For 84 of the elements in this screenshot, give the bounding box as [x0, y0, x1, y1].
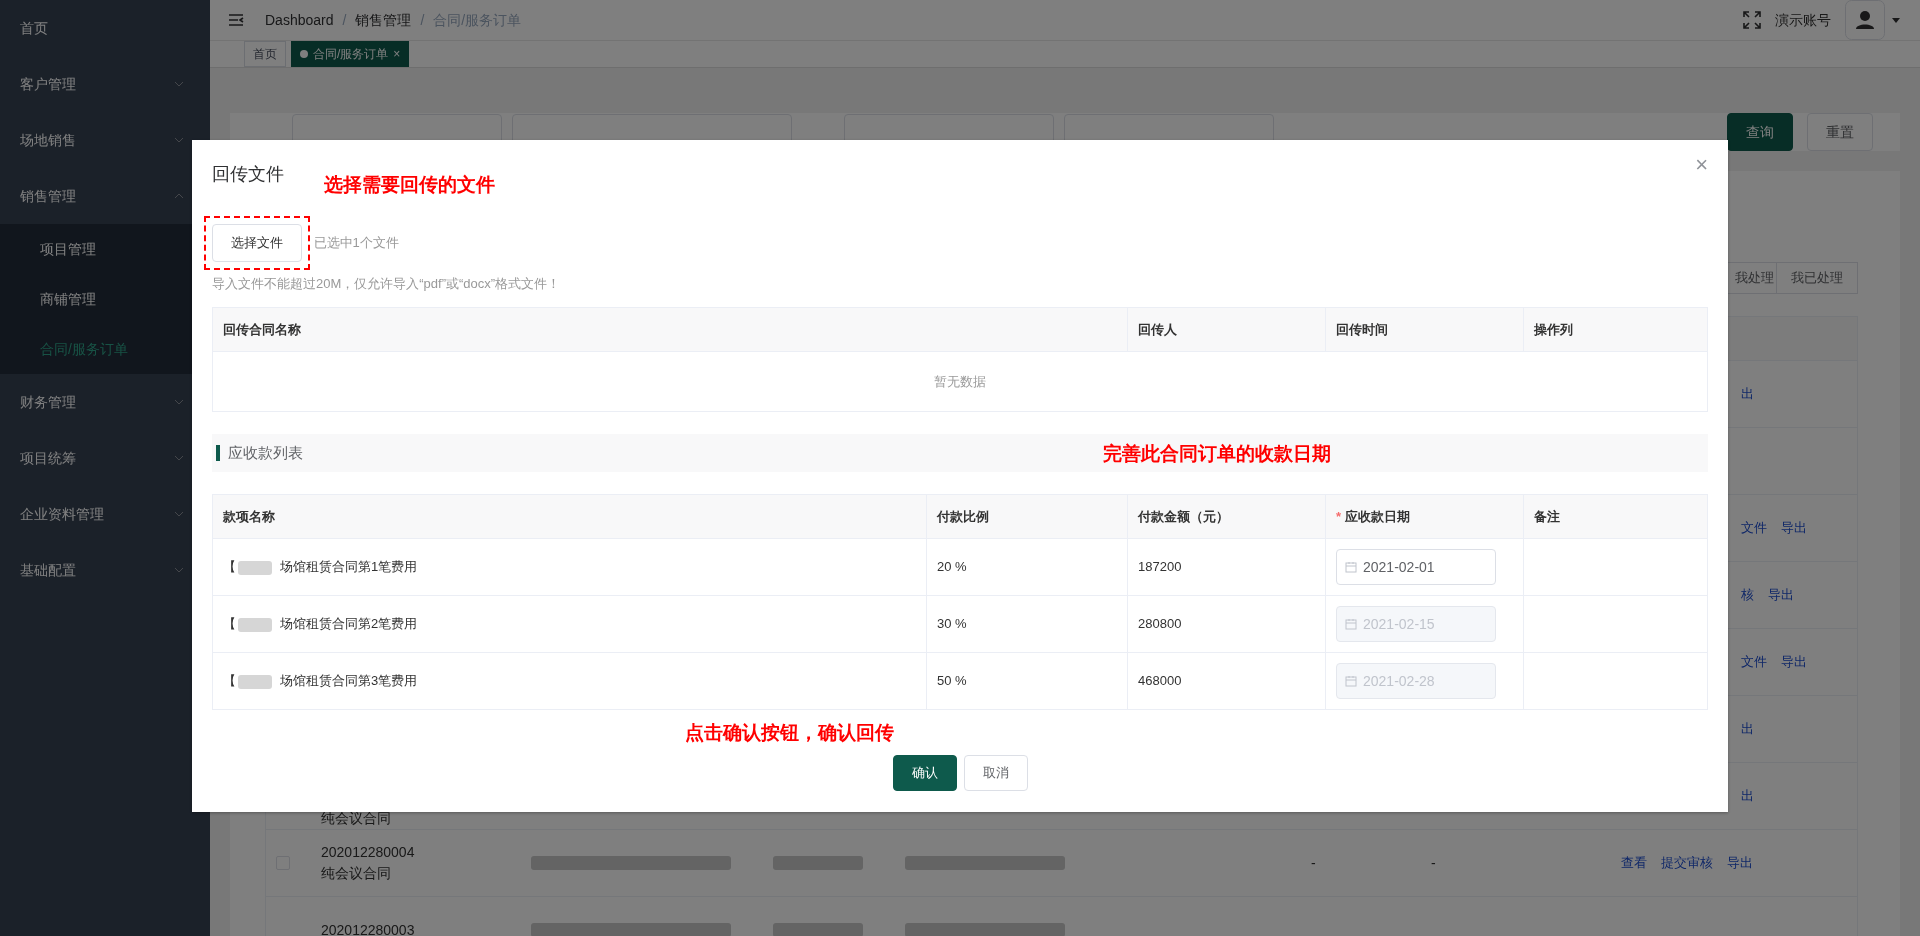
action-link[interactable]: 导出: [1768, 585, 1794, 605]
accent-bar: [216, 445, 220, 461]
action-link[interactable]: 查看: [1621, 853, 1647, 873]
search-button[interactable]: 查询: [1727, 113, 1793, 151]
sidebar-item[interactable]: 财务管理: [0, 374, 210, 430]
contract-type: 纯会议合同: [321, 864, 392, 883]
annotation: 选择需要回传的文件: [324, 171, 495, 197]
date-field[interactable]: 2021-02-01: [1336, 549, 1496, 585]
table-cell: 50 %: [926, 652, 1128, 710]
payment-name: 场馆租赁合同第1笔费用: [280, 559, 418, 575]
contract-type: 纯会议合同: [321, 808, 392, 828]
required-mark: *: [1336, 508, 1342, 524]
bracket-text: 【: [223, 673, 236, 689]
account-name[interactable]: 演示账号: [1775, 9, 1831, 31]
table-cell-text: -: [1310, 853, 1317, 873]
table-cell: 187200: [1127, 538, 1326, 596]
empty-text: 暂无数据: [212, 351, 1708, 412]
annotation: 点击确认按钮，确认回传: [685, 721, 894, 743]
action-link[interactable]: 导出: [1727, 853, 1753, 873]
action-link[interactable]: 文件: [1741, 518, 1767, 538]
payment-name: 场馆租赁合同第2笔费用: [280, 616, 418, 632]
avatar-icon[interactable]: [1845, 0, 1885, 40]
breadcrumb-item[interactable]: 销售管理: [355, 9, 412, 31]
choose-file-button[interactable]: 选择文件: [212, 224, 302, 262]
column-header: 回传时间: [1325, 307, 1524, 352]
action-link[interactable]: 文件: [1741, 652, 1767, 672]
table-cell: 468000: [1127, 652, 1326, 710]
breadcrumb-separator: /: [342, 10, 347, 30]
hint-text: 导入文件不能超过20M，仅允许导入“pdf”或“docx”格式文件！: [212, 274, 562, 293]
table-cell: 20 %: [926, 538, 1128, 596]
action-link[interactable]: 导出: [1781, 518, 1807, 538]
filter-tab[interactable]: 我已处理: [1777, 262, 1858, 294]
redacted-block: [238, 674, 272, 689]
redacted-block: [238, 560, 272, 575]
confirm-button[interactable]: 确认: [892, 754, 957, 791]
annotation: 完善此合同订单的收款日期: [1103, 440, 1331, 466]
sidebar-item[interactable]: 销售管理: [0, 168, 210, 224]
column-header: * 应收款日期: [1325, 494, 1524, 539]
payment-name: 场馆租赁合同第3笔费用: [280, 673, 418, 689]
page-tab[interactable]: 合同/服务订单 ×: [291, 41, 410, 67]
breadcrumb-separator: /: [420, 10, 425, 30]
column-header: 操作列: [1523, 307, 1708, 352]
breadcrumb-item[interactable]: Dashboard: [265, 9, 334, 31]
action-link[interactable]: 出: [1741, 786, 1754, 806]
section-title: 应收款列表: [228, 442, 303, 463]
bracket-text: 【: [223, 616, 236, 632]
column-header: 备注: [1523, 494, 1708, 539]
column-header: 款项名称: [212, 494, 927, 539]
sidebar-item[interactable]: 首页: [0, 0, 210, 56]
close-button[interactable]: ×: [1695, 154, 1708, 176]
redacted-block: [238, 617, 272, 632]
action-link[interactable]: 出: [1741, 719, 1754, 739]
action-link[interactable]: 提交审核: [1661, 853, 1713, 873]
order-number: 202012280004: [321, 843, 416, 862]
calendar-icon: [1345, 675, 1357, 687]
column-header: 付款比例: [926, 494, 1128, 539]
cancel-button[interactable]: 取消: [963, 754, 1028, 791]
dialog-title: 回传文件: [212, 163, 284, 186]
fullscreen-icon[interactable]: [1743, 11, 1761, 29]
reset-button[interactable]: 重置: [1807, 113, 1873, 151]
sidebar-item[interactable]: 基础配置: [0, 542, 210, 598]
order-number: 202012280003: [321, 920, 416, 936]
sidebar-item[interactable]: 客户管理: [0, 56, 210, 112]
table-cell: 30 %: [926, 595, 1128, 653]
sidebar-item[interactable]: 项目统筹: [0, 430, 210, 486]
action-link[interactable]: 核: [1741, 585, 1754, 605]
page-tab[interactable]: 首页: [244, 41, 286, 67]
column-header: 回传合同名称: [212, 307, 1128, 352]
table-cell: 280800: [1127, 595, 1326, 653]
tab-close-button[interactable]: ×: [393, 45, 401, 63]
sidebar-item[interactable]: 企业资料管理: [0, 486, 210, 542]
column-header: 回传人: [1127, 307, 1326, 352]
caret-icon[interactable]: [1892, 17, 1900, 23]
bracket-text: 【: [223, 559, 236, 575]
calendar-icon: [1345, 561, 1357, 573]
table-cell-text: -: [1430, 853, 1437, 873]
action-link[interactable]: 导出: [1781, 652, 1807, 672]
sidebar-item[interactable]: 场地销售: [0, 112, 210, 168]
menu-icon[interactable]: [228, 13, 244, 27]
action-link[interactable]: 出: [1741, 384, 1754, 404]
calendar-icon: [1345, 618, 1357, 630]
column-header: 付款金额（元）: [1127, 494, 1326, 539]
selected-count: 已选中1个文件: [313, 234, 399, 253]
active-dot-icon: [300, 50, 308, 58]
